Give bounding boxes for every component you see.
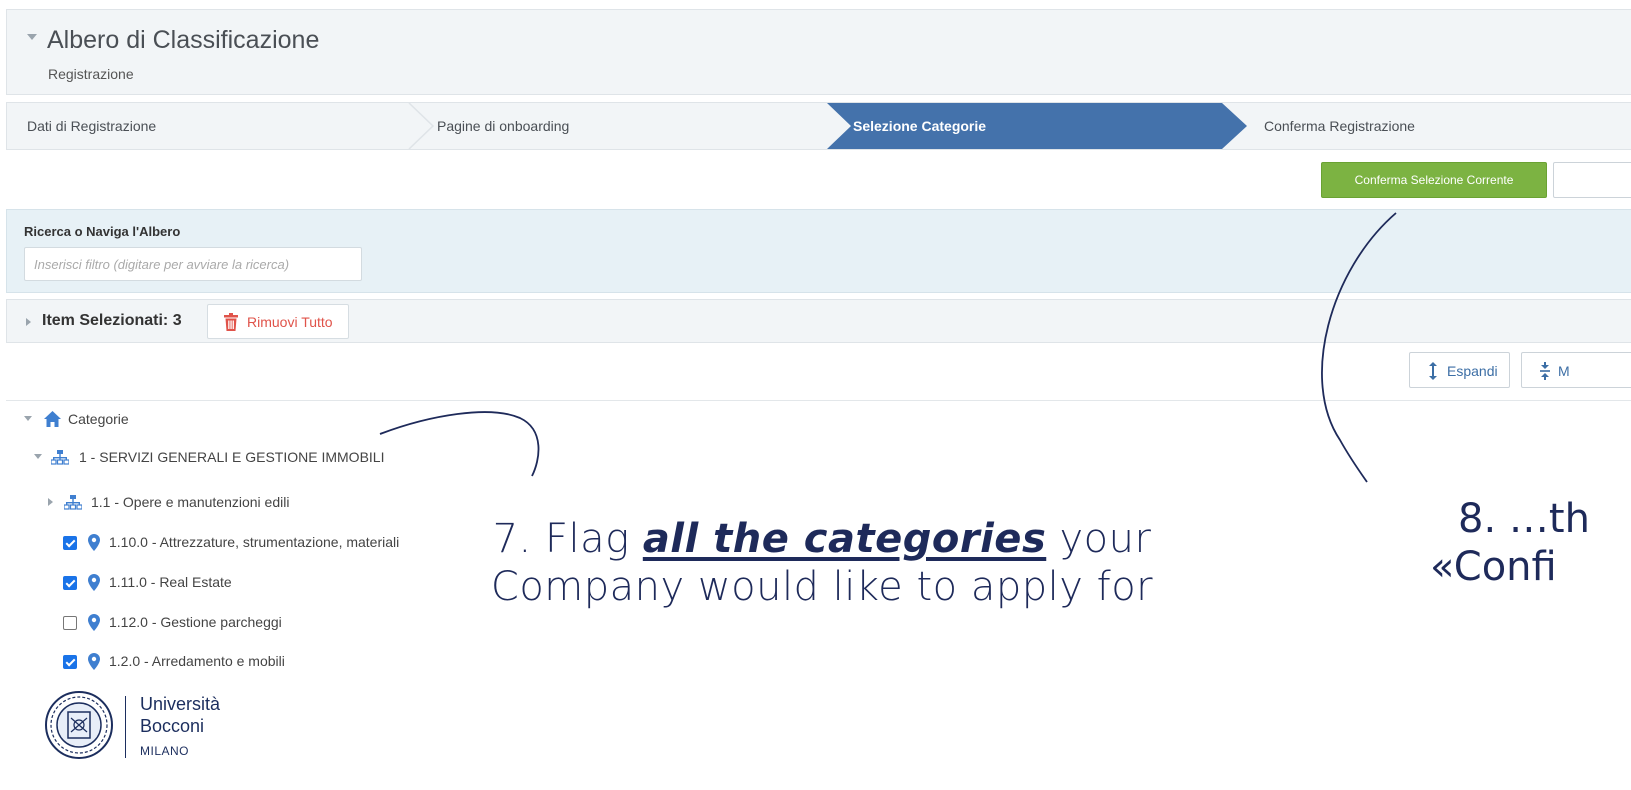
tree-item[interactable]: 1.10.0 - Attrezzature, strumentazione, m… bbox=[63, 533, 423, 553]
step-category-selection[interactable]: Selezione Categorie bbox=[827, 103, 1247, 149]
university-seal-logo bbox=[45, 691, 113, 759]
tree-group-label: 1 - SERVIZI GENERALI E GESTIONE IMMOBILI bbox=[79, 449, 385, 465]
step-registration-data[interactable]: Dati di Registrazione bbox=[27, 103, 156, 149]
page-header: Albero di Classificazione Registrazione bbox=[6, 9, 1631, 95]
annotation-step-8-line2: «Confi bbox=[1430, 544, 1557, 590]
step-separator-icon bbox=[408, 103, 435, 149]
logo-text-line3: MILANO bbox=[140, 744, 190, 758]
page-subtitle: Registrazione bbox=[48, 66, 134, 82]
tree-item[interactable]: 1.11.0 - Real Estate bbox=[63, 573, 363, 593]
secondary-button[interactable] bbox=[1553, 162, 1631, 198]
wizard-steps: Dati di Registrazione Pagine di onboardi… bbox=[6, 102, 1631, 150]
logo-divider bbox=[125, 696, 126, 758]
annotation-step-7-line1: 7. Flag all the categories your bbox=[462, 515, 1182, 563]
confirm-selection-button[interactable]: Conferma Selezione Corrente bbox=[1321, 162, 1547, 198]
search-input[interactable] bbox=[24, 247, 362, 281]
annotation-step-7-suffix: your bbox=[1046, 516, 1152, 562]
collapse-all-label: M bbox=[1558, 363, 1570, 379]
item-label: 1.12.0 - Gestione parcheggi bbox=[109, 614, 282, 630]
selected-items-bar: Item Selezionati: 3 Rimuovi Tutto bbox=[6, 299, 1631, 343]
item-checkbox[interactable] bbox=[63, 576, 77, 590]
tree-group[interactable]: 1 - SERVIZI GENERALI E GESTIONE IMMOBILI bbox=[34, 448, 434, 468]
item-checkbox[interactable] bbox=[63, 536, 77, 550]
item-label: 1.10.0 - Attrezzature, strumentazione, m… bbox=[109, 534, 400, 550]
collapse-all-button[interactable]: M bbox=[1521, 352, 1631, 388]
collapse-icon bbox=[1540, 362, 1550, 380]
tree-item[interactable]: 1.2.0 - Arredamento e mobili bbox=[63, 652, 363, 672]
collapse-group-icon[interactable] bbox=[34, 454, 42, 459]
annotation-step-7-line2: Company would like to apply for bbox=[490, 564, 1154, 610]
logo-text-line2: Bocconi bbox=[140, 716, 205, 736]
home-icon bbox=[44, 411, 61, 427]
item-label: 1.2.0 - Arredamento e mobili bbox=[109, 653, 285, 669]
map-pin-icon bbox=[88, 614, 100, 631]
search-label: Ricerca o Naviga l'Albero bbox=[24, 224, 181, 239]
item-label: 1.11.0 - Real Estate bbox=[109, 574, 232, 590]
collapse-header-icon[interactable] bbox=[27, 34, 37, 40]
trash-icon bbox=[224, 313, 238, 331]
hierarchy-icon bbox=[51, 450, 69, 465]
remove-all-label: Rimuovi Tutto bbox=[247, 314, 333, 330]
annotation-step-7: 7. Flag all the categories your Company … bbox=[462, 515, 1182, 611]
expand-subgroup-icon[interactable] bbox=[48, 498, 53, 506]
selected-items-count[interactable]: Item Selezionati: 3 bbox=[42, 312, 182, 330]
step-confirm-registration[interactable]: Conferma Registrazione bbox=[1264, 103, 1415, 149]
step-onboarding-pages[interactable]: Pagine di onboarding bbox=[437, 103, 569, 149]
map-pin-icon bbox=[88, 653, 100, 670]
tree-item[interactable]: 1.12.0 - Gestione parcheggi bbox=[63, 613, 363, 633]
tree-root-label: Categorie bbox=[68, 411, 129, 427]
expand-all-button[interactable]: Espandi bbox=[1409, 352, 1510, 388]
page-title: Albero di Classificazione bbox=[47, 26, 320, 54]
map-pin-icon bbox=[88, 574, 100, 591]
expand-selected-icon[interactable] bbox=[26, 318, 31, 326]
expand-icon bbox=[1429, 362, 1437, 380]
search-panel: Ricerca o Naviga l'Albero bbox=[6, 209, 1631, 293]
logo-text-line1: Università bbox=[140, 694, 221, 714]
expand-all-label: Espandi bbox=[1447, 363, 1498, 379]
item-checkbox[interactable] bbox=[63, 616, 77, 630]
annotation-step-7-emphasis: all the categories bbox=[642, 516, 1047, 562]
collapse-root-icon[interactable] bbox=[24, 416, 32, 421]
step-category-selection-label: Selezione Categorie bbox=[853, 118, 987, 134]
annotation-step-8: 8. …th «Confi bbox=[1430, 495, 1631, 591]
item-checkbox[interactable] bbox=[63, 655, 77, 669]
hierarchy-icon bbox=[64, 495, 82, 510]
annotation-step-7-prefix: 7. Flag bbox=[492, 516, 643, 562]
map-pin-icon bbox=[88, 534, 100, 551]
remove-all-button[interactable]: Rimuovi Tutto bbox=[207, 304, 349, 339]
tree-root[interactable]: Categorie bbox=[22, 410, 222, 430]
tree-subgroup-label: 1.1 - Opere e manutenzioni edili bbox=[91, 494, 290, 510]
tree-subgroup[interactable]: 1.1 - Opere e manutenzioni edili bbox=[46, 493, 346, 513]
annotation-step-8-line1: 8. …th bbox=[1458, 496, 1590, 542]
